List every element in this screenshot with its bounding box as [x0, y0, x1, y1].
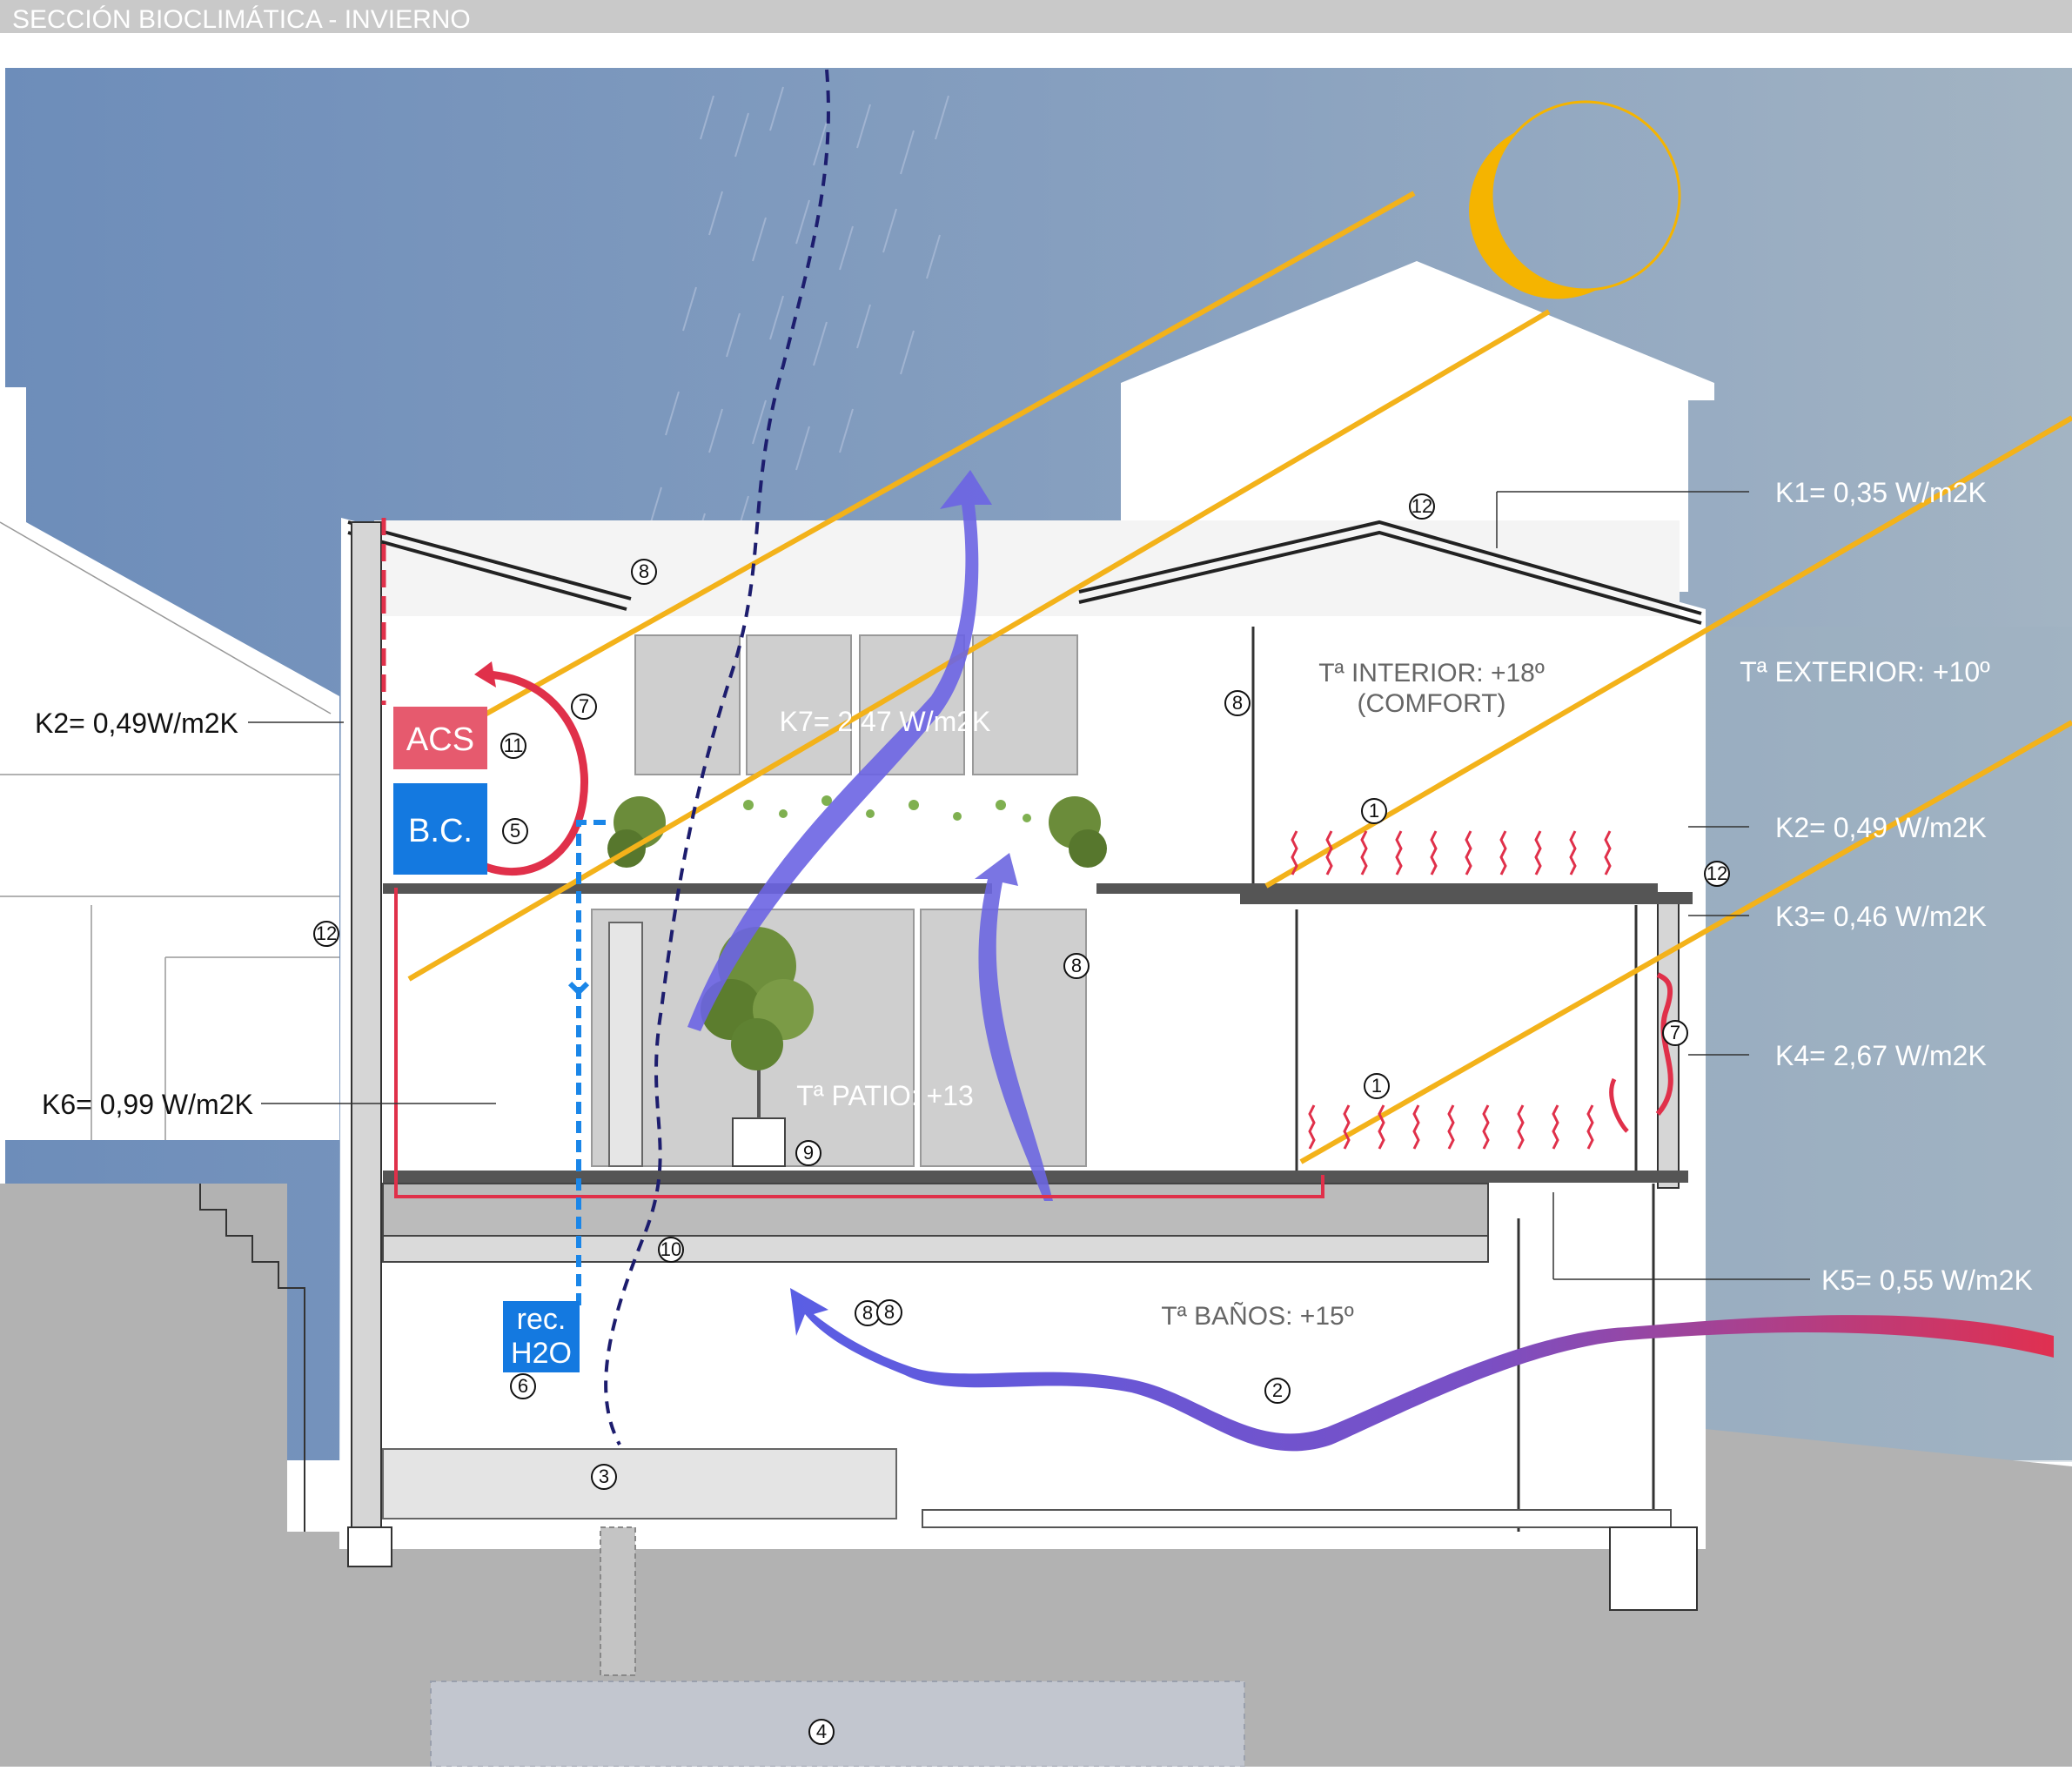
marker-1: 1: [1361, 798, 1387, 824]
acs-label: ACS: [406, 721, 474, 758]
marker-label: 1: [1371, 1075, 1382, 1097]
marker-label: 8: [862, 1302, 873, 1324]
marker-label: 12: [316, 922, 337, 944]
marker-label: 8: [884, 1301, 895, 1323]
marker-label: 7: [1670, 1022, 1680, 1043]
marker-label: 9: [803, 1142, 814, 1164]
column: [608, 922, 643, 1167]
marker-label: 6: [518, 1375, 528, 1397]
bc-label: B.C.: [408, 813, 473, 849]
k4-label: K4= 2,67 W/m2K: [1775, 1040, 1987, 1071]
marker-label: 3: [599, 1466, 609, 1487]
roof-tiles-area: [374, 520, 1680, 616]
rec-label-2: H2O: [511, 1337, 572, 1370]
marker-8: 8: [855, 1300, 881, 1326]
marker-label: 8: [1071, 955, 1082, 976]
marker-label: 1: [1369, 800, 1379, 822]
marker-4: 4: [808, 1719, 835, 1745]
k3-label: K3= 0,46 W/m2K: [1775, 901, 1987, 932]
basement-pool: [382, 1448, 897, 1519]
marker-8: 8: [1224, 690, 1251, 716]
marker-9: 9: [795, 1140, 821, 1166]
marker-label: 10: [660, 1238, 681, 1260]
marker-label: 2: [1272, 1379, 1283, 1401]
t-interior-label: Tª INTERIOR: +18º: [1318, 659, 1545, 688]
k1-label: K1= 0,35 W/m2K: [1775, 477, 1987, 508]
marker-12: 12: [313, 921, 339, 947]
marker-11: 11: [500, 733, 526, 759]
t-exterior-label: Tª EXTERIOR: +10º: [1740, 656, 1990, 688]
marker-7: 7: [1662, 1020, 1688, 1046]
marker-label: 7: [579, 695, 589, 717]
marker-2: 2: [1264, 1378, 1291, 1404]
basement-bench: [922, 1509, 1672, 1528]
marker-8: 8: [1063, 953, 1090, 979]
aquifer: [430, 1680, 1245, 1768]
k6-label: K6= 0,99 W/m2K: [42, 1089, 253, 1120]
marker-label: 12: [1707, 862, 1727, 884]
k5-label: K5= 0,55 W/m2K: [1821, 1265, 2033, 1296]
marker-label: 5: [510, 820, 520, 842]
well-shaft: [600, 1526, 636, 1676]
ground-right: [1688, 1427, 2072, 1767]
marker-1: 1: [1364, 1073, 1390, 1099]
left-wall: [351, 521, 382, 1550]
k2-right-label: K2= 0,49 W/m2K: [1775, 812, 1987, 843]
marker-label: 8: [639, 560, 649, 582]
rec-label-1: rec.: [517, 1303, 567, 1336]
header-title: SECCIÓN BIOCLIMÁTICA - INVIERNO: [12, 5, 471, 34]
marker-12: 12: [1704, 861, 1730, 887]
marker-label: 11: [504, 735, 524, 756]
marker-7: 7: [571, 694, 597, 720]
marker-12: 12: [1409, 493, 1435, 520]
foundation-left: [347, 1526, 392, 1567]
k2-left-label: K2= 0,49W/m2K: [35, 708, 238, 739]
bioclimatic-section-diagram: SECCIÓN BIOCLIMÁTICA - INVIERNO ACS B.C.…: [0, 0, 2072, 1768]
k7-label: K7= 2,47 W/m2K: [780, 706, 991, 737]
t-banos-label: Tª BAÑOS: +15º: [1161, 1301, 1353, 1331]
marker-8: 8: [876, 1299, 902, 1325]
foundation-right: [1609, 1526, 1698, 1611]
marker-3: 3: [591, 1464, 617, 1490]
marker-10: 10: [658, 1237, 684, 1263]
marker-label: 4: [816, 1721, 827, 1742]
t-interior-note: (COMFORT): [1357, 689, 1505, 718]
marker-label: 8: [1232, 692, 1243, 714]
marker-label: 12: [1412, 495, 1432, 517]
marker-5: 5: [502, 818, 528, 844]
marker-6: 6: [510, 1373, 536, 1399]
marker-8: 8: [631, 559, 657, 585]
t-patio-label: Tª PATIO: +13: [796, 1080, 974, 1111]
